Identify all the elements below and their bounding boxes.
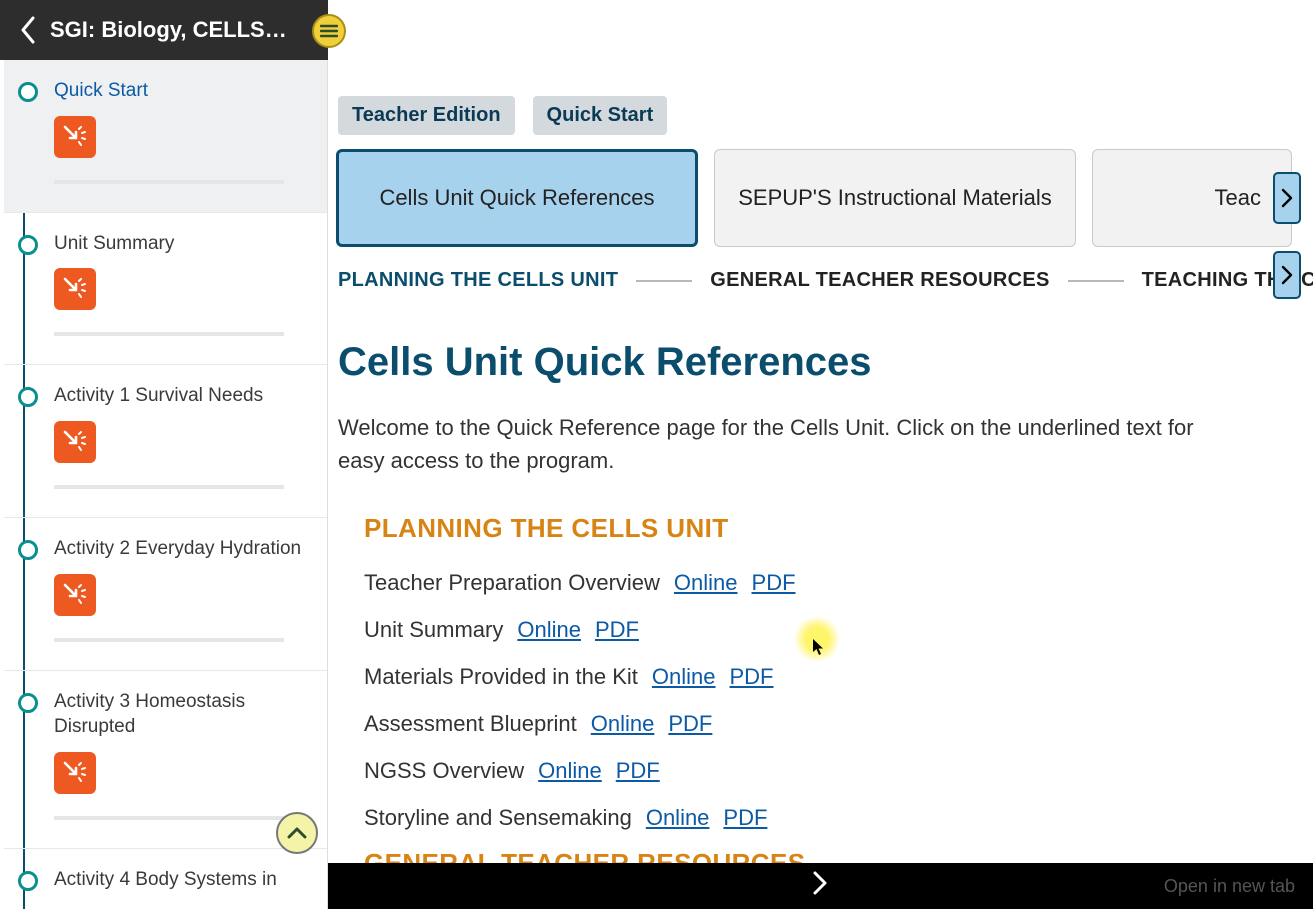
sidebar-item[interactable]: Unit Summary <box>4 213 327 366</box>
resource-link[interactable]: Online <box>652 664 716 689</box>
divider <box>54 332 284 336</box>
resource-link[interactable]: PDF <box>752 570 796 595</box>
chevron-right-icon <box>1281 188 1293 208</box>
nav-card[interactable]: Cells Unit Quick References <box>336 149 698 247</box>
resource-link[interactable]: PDF <box>616 758 660 783</box>
scroll-up-button[interactable] <box>276 812 318 854</box>
divider <box>54 485 284 489</box>
sidebar[interactable]: Quick Start Unit Summary Activity 1 Surviv… <box>0 60 328 909</box>
sidebar-item-label: Activity 2 Everyday Hydration <box>54 536 307 562</box>
resource-link[interactable]: Online <box>646 805 710 830</box>
page-intro: Welcome to the Quick Reference page for … <box>338 411 1238 477</box>
back-button[interactable] <box>14 16 42 44</box>
chevron-up-icon <box>287 826 307 840</box>
chevron-right-icon <box>1281 265 1293 285</box>
card-carousel: Cells Unit Quick ReferencesSEPUP'S Instr… <box>328 149 1313 247</box>
sidebar-item-label: Activity 3 Homeostasis Disrupted <box>54 689 307 740</box>
chevron-left-icon <box>19 16 37 44</box>
menu-toggle-button[interactable] <box>312 14 346 48</box>
resource-label: Unit Summary <box>364 617 503 642</box>
timeline-dot-icon <box>18 693 38 713</box>
hamburger-icon <box>320 24 338 38</box>
section-nav-item[interactable]: GENERAL TEACHER RESOURCES <box>710 269 1049 292</box>
resource-list: Teacher Preparation OverviewOnlinePDFUni… <box>364 566 1238 834</box>
divider <box>54 816 284 820</box>
breadcrumb: Teacher Edition Quick Start <box>328 68 1313 143</box>
timeline-dot-icon <box>18 235 38 255</box>
sidebar-item[interactable]: Activity 4 Body Systems in <box>4 849 327 909</box>
timeline-dot-icon <box>18 387 38 407</box>
launch-icon[interactable] <box>54 752 96 794</box>
sidebar-item-label: Unit Summary <box>54 231 307 257</box>
divider <box>1068 280 1124 282</box>
sidebar-item[interactable]: Activity 1 Survival Needs <box>4 365 327 518</box>
divider <box>636 280 692 282</box>
launch-icon[interactable] <box>54 268 96 310</box>
resource-link[interactable]: PDF <box>668 711 712 736</box>
resource-link[interactable]: Online <box>517 617 581 642</box>
resource-link[interactable]: Online <box>591 711 655 736</box>
resource-label: NGSS Overview <box>364 758 524 783</box>
resource-row: Unit Summary Online PDF <box>364 613 1238 646</box>
section-nav-next-button[interactable] <box>1273 251 1301 299</box>
breadcrumb-item[interactable]: Teacher Edition <box>338 96 515 135</box>
sidebar-item-label: Activity 1 Survival Needs <box>54 383 307 409</box>
sidebar-item[interactable]: Quick Start <box>4 60 327 213</box>
chevron-right-icon <box>811 869 831 897</box>
resource-row: Materials Provided in the Kit Online PDF <box>364 660 1238 693</box>
resource-link[interactable]: Online <box>674 570 738 595</box>
resource-link[interactable]: PDF <box>723 805 767 830</box>
resource-label: Teacher Preparation Overview <box>364 570 660 595</box>
resource-link[interactable]: Online <box>538 758 602 783</box>
section-nav: PLANNING THE CELLS UNIT GENERAL TEACHER R… <box>328 247 1313 300</box>
resource-row: Storyline and Sensemaking Online PDF <box>364 801 1238 834</box>
breadcrumb-item[interactable]: Quick Start <box>533 96 668 135</box>
sidebar-item[interactable]: Activity 2 Everyday Hydration <box>4 518 327 671</box>
divider <box>54 180 284 184</box>
launch-icon[interactable] <box>54 574 96 616</box>
resource-label: Assessment Blueprint <box>364 711 577 736</box>
main-content: Teacher Edition Quick Start Cells Unit Qu… <box>328 60 1313 909</box>
header-bar: SGI: Biology, CELLS Teac... <box>0 0 328 60</box>
section-heading: PLANNING THE CELLS UNIT <box>364 513 1238 544</box>
timeline-dot-icon <box>18 871 38 891</box>
sidebar-item-label: Quick Start <box>54 78 307 104</box>
page-title: Cells Unit Quick References <box>338 340 1238 385</box>
sidebar-item-label: Activity 4 Body Systems in <box>54 867 307 893</box>
launch-icon[interactable] <box>54 116 96 158</box>
resource-row: NGSS Overview Online PDF <box>364 754 1238 787</box>
resource-row: Assessment Blueprint Online PDF <box>364 707 1238 740</box>
resource-link[interactable]: PDF <box>730 664 774 689</box>
header-title: SGI: Biology, CELLS Teac... <box>50 17 290 43</box>
carousel-next-button[interactable] <box>1273 172 1301 224</box>
resource-link[interactable]: PDF <box>595 617 639 642</box>
resource-label: Storyline and Sensemaking <box>364 805 632 830</box>
open-new-tab-link[interactable]: Open in new tab <box>1164 876 1295 897</box>
nav-card[interactable]: SEPUP'S Instructional Materials <box>714 149 1076 247</box>
timeline-dot-icon <box>18 82 38 102</box>
resource-row: Teacher Preparation Overview Online PDF <box>364 566 1238 599</box>
divider <box>54 638 284 642</box>
footer-bar: Open in new tab <box>328 863 1313 909</box>
launch-icon[interactable] <box>54 421 96 463</box>
resource-label: Materials Provided in the Kit <box>364 664 638 689</box>
section-nav-item[interactable]: PLANNING THE CELLS UNIT <box>338 269 618 292</box>
page-body: Cells Unit Quick References Welcome to t… <box>328 300 1268 909</box>
nav-card[interactable]: Teac <box>1092 149 1292 247</box>
footer-next-button[interactable] <box>811 869 831 904</box>
timeline-dot-icon <box>18 540 38 560</box>
